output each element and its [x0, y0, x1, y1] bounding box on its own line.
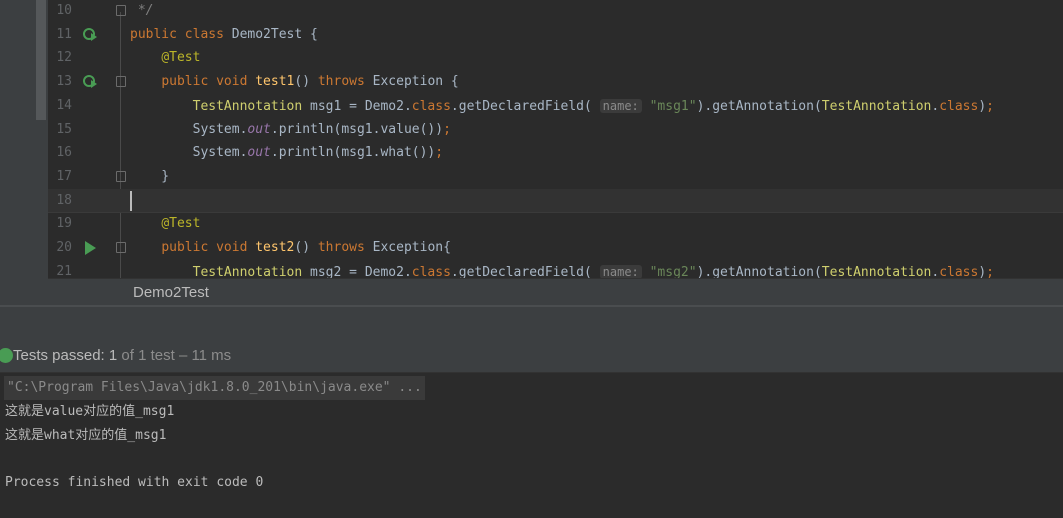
- code-text: public class Demo2Test {: [130, 26, 318, 42]
- code-line[interactable]: 11 public class Demo2Test {: [48, 23, 1063, 47]
- console-output-line: 这就是what对应的值_msg1: [5, 428, 167, 443]
- tests-summary: of 1 test – 11 ms: [121, 347, 232, 364]
- fold-icon[interactable]: [116, 5, 126, 16]
- code-text: System.out.println(msg1.what());: [130, 145, 444, 161]
- code-line[interactable]: 15 System.out.println(msg1.value());: [48, 118, 1063, 142]
- code-line[interactable]: 21 TestAnnotation msg2 = Demo2.class.get…: [48, 260, 1063, 278]
- code-line[interactable]: 13 public void test1() throws Exception …: [48, 70, 1063, 94]
- code-text: TestAnnotation msg1 = Demo2.class.getDec…: [192, 98, 994, 114]
- panel-divider[interactable]: [0, 305, 1063, 340]
- code-line[interactable]: 19 @Test: [48, 212, 1063, 236]
- line-number: 13: [56, 74, 72, 90]
- fold-icon[interactable]: [116, 170, 126, 182]
- code-line[interactable]: 17 }: [48, 165, 1063, 189]
- run-test-icon[interactable]: [82, 74, 98, 90]
- code-editor[interactable]: 10 */11 public class Demo2Test {12 @Test 1…: [48, 0, 1063, 278]
- code-line[interactable]: 10 */: [48, 0, 1063, 23]
- scrollbar[interactable]: [36, 0, 46, 120]
- code-text: }: [130, 168, 170, 184]
- tests-passed-count: 1: [108, 347, 118, 364]
- fold-icon[interactable]: [116, 76, 126, 88]
- console-output-line: 这就是value对应的值_msg1: [5, 404, 175, 419]
- line-number: 14: [56, 97, 72, 113]
- tests-passed-label: Tests passed:: [13, 347, 105, 364]
- code-text: public void test2() throws Exception{: [161, 240, 451, 255]
- code-line[interactable]: 14 TestAnnotation msg1 = Demo2.class.get…: [48, 94, 1063, 118]
- code-text: System.out.println(msg1.value());: [130, 121, 451, 137]
- code-text: public void test1() throws Exception {: [161, 74, 459, 90]
- code-text: */: [130, 3, 154, 18]
- line-number: 10: [56, 3, 72, 18]
- line-number: 17: [56, 168, 72, 184]
- code-text: @Test: [161, 50, 201, 66]
- run-console[interactable]: "C:\Program Files\Java\jdk1.8.0_201\bin\…: [0, 373, 1063, 518]
- text-caret: [130, 190, 132, 211]
- line-number: 15: [56, 121, 72, 137]
- line-number: 21: [56, 263, 72, 278]
- code-text: TestAnnotation msg2 = Demo2.class.getDec…: [192, 264, 994, 278]
- line-number: 20: [56, 240, 72, 255]
- editor-breadcrumb-bar: Demo2Test: [48, 278, 1063, 305]
- line-number: 19: [56, 216, 72, 232]
- test-status-bar: Tests passed: 1 of 1 test – 11 ms: [0, 340, 1063, 373]
- line-number: 12: [56, 50, 72, 66]
- fold-icon[interactable]: [116, 242, 126, 253]
- breadcrumb-class[interactable]: Demo2Test: [133, 284, 209, 301]
- line-number: 16: [56, 145, 72, 161]
- run-icon[interactable]: [82, 240, 98, 256]
- line-number: 18: [56, 192, 72, 208]
- console-command[interactable]: "C:\Program Files\Java\jdk1.8.0_201\bin\…: [4, 376, 425, 400]
- line-number: 11: [56, 26, 72, 42]
- code-line[interactable]: 20 public void test2() throws Exception{: [48, 236, 1063, 260]
- code-line[interactable]: 16 System.out.println(msg1.what());: [48, 141, 1063, 165]
- code-line[interactable]: 12 @Test: [48, 46, 1063, 70]
- console-exit-line: Process finished with exit code 0: [5, 475, 264, 490]
- run-test-icon[interactable]: [82, 27, 98, 43]
- check-circle-icon: [0, 348, 13, 363]
- code-text: @Test: [161, 216, 201, 232]
- code-line[interactable]: 18: [48, 188, 1063, 213]
